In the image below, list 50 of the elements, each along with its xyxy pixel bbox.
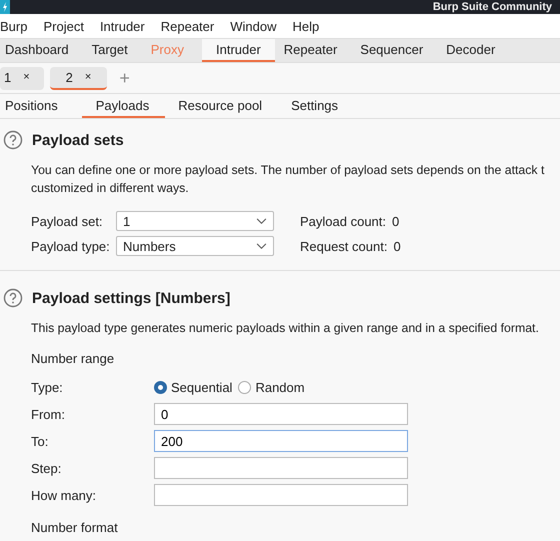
dropdown[interactable]: Numbers bbox=[116, 236, 274, 256]
main-tab[interactable]: Repeater bbox=[278, 39, 352, 62]
chevron-down-icon bbox=[256, 242, 267, 250]
help-icon[interactable] bbox=[3, 130, 23, 150]
menu-item[interactable]: Help bbox=[292, 18, 320, 34]
close-icon[interactable]: × bbox=[23, 71, 30, 83]
menu-item[interactable]: Repeater bbox=[160, 18, 214, 34]
sub-tab[interactable]: Payloads bbox=[82, 98, 166, 118]
radio-option[interactable]: Random bbox=[238, 380, 305, 394]
info-value: 0 bbox=[392, 214, 400, 228]
field-label: To: bbox=[31, 434, 50, 448]
menu-item[interactable]: Window bbox=[230, 18, 276, 34]
description: You can define one or more payload sets. The number of payload sets depends on the attack t customized in different ways. bbox=[31, 162, 546, 197]
main-tab[interactable]: Decoder bbox=[441, 39, 510, 62]
section-title: Payload settings [Numbers] bbox=[32, 290, 230, 306]
window-title: Burp Suite Community bbox=[432, 0, 552, 14]
menu-item[interactable]: Project bbox=[43, 18, 84, 34]
info-label: Request count: bbox=[300, 238, 388, 254]
field-label: From: bbox=[31, 406, 66, 422]
main-tab[interactable]: Dashboard bbox=[0, 39, 83, 62]
group-label: Number format bbox=[31, 520, 119, 535]
input-field[interactable]: 0 bbox=[154, 403, 408, 425]
help-icon[interactable] bbox=[3, 288, 23, 308]
attack-tab[interactable]: 1 × bbox=[0, 66, 44, 90]
field-label: Step: bbox=[31, 460, 62, 476]
section-title: Payload sets bbox=[32, 132, 124, 148]
main-tab[interactable]: Sequencer bbox=[355, 39, 438, 62]
chevron-down-icon bbox=[256, 218, 267, 224]
description: This payload type generates numeric payloads within a given range and in a specified format. bbox=[31, 320, 540, 337]
field-label: Payload set: bbox=[31, 214, 104, 228]
field-label: Type: bbox=[31, 380, 64, 394]
sub-tab[interactable]: Resource pool bbox=[173, 98, 278, 118]
sub-tab[interactable]: Settings bbox=[286, 98, 354, 118]
input-field[interactable] bbox=[154, 484, 408, 506]
info-value: 0 bbox=[393, 238, 401, 254]
sub-tab[interactable]: Positions bbox=[0, 98, 74, 118]
attack-tab[interactable]: 2 × bbox=[50, 66, 108, 90]
input-field[interactable] bbox=[154, 457, 408, 479]
main-tab[interactable]: Target bbox=[86, 39, 142, 62]
menu-item[interactable]: Burp bbox=[0, 18, 28, 34]
field-label: How many: bbox=[31, 488, 98, 502]
radio-option[interactable]: Sequential bbox=[154, 380, 232, 394]
menu-item[interactable]: Intruder bbox=[100, 18, 145, 34]
dropdown[interactable]: 1 bbox=[116, 211, 274, 231]
close-icon[interactable]: × bbox=[84, 71, 92, 83]
main-tab[interactable]: Intruder bbox=[202, 39, 275, 62]
group-label: Number range bbox=[31, 351, 116, 366]
input-field[interactable]: 200 bbox=[154, 430, 408, 452]
field-label: Payload type: bbox=[31, 238, 111, 254]
info-label: Payload count: bbox=[300, 214, 386, 228]
